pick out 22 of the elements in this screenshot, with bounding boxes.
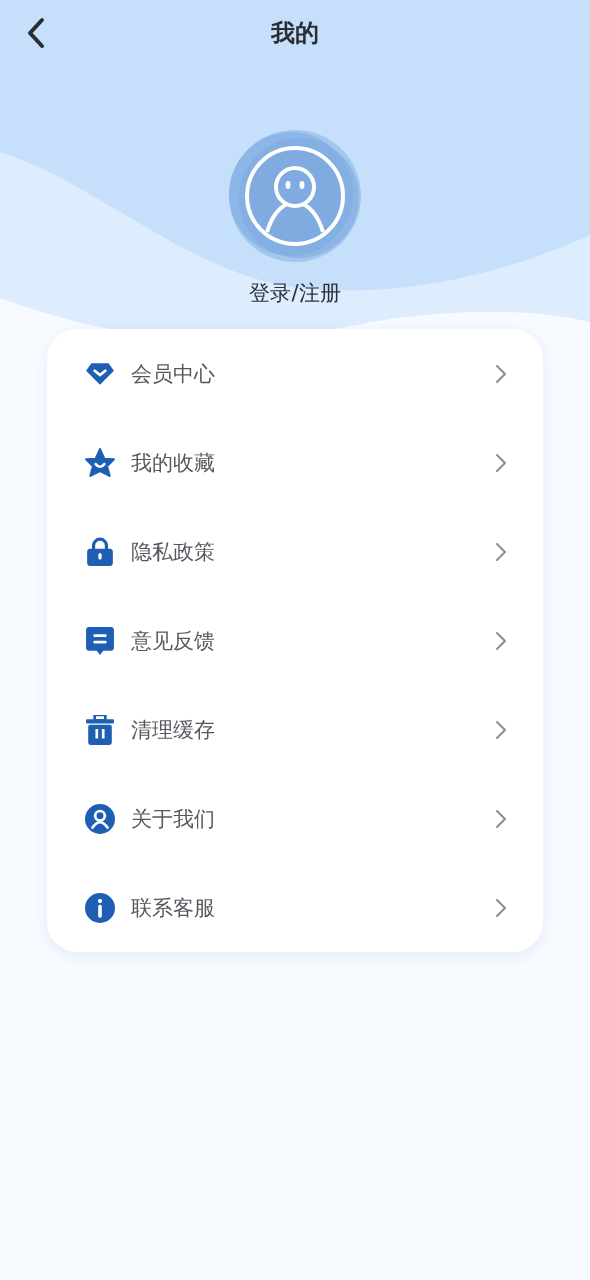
login-link[interactable]: 登录/注册 xyxy=(249,279,341,307)
chevron-right-icon xyxy=(495,630,507,651)
menu-item[interactable]: 隐私政策 xyxy=(47,507,543,596)
chevron-right-icon xyxy=(495,897,507,918)
menu-item[interactable]: 联系客服 xyxy=(47,863,543,952)
page-title: 我的 xyxy=(271,18,319,49)
info-icon xyxy=(85,892,115,923)
user-icon xyxy=(85,803,115,834)
trash-icon xyxy=(85,714,115,745)
menu-item[interactable]: 清理缓存 xyxy=(47,685,543,774)
chevron-right-icon xyxy=(495,719,507,740)
chevron-right-icon xyxy=(495,541,507,562)
chevron-right-icon xyxy=(495,363,507,384)
chevron-right-icon xyxy=(495,452,507,473)
menu-item[interactable]: 关于我们 xyxy=(47,774,543,863)
menu-item[interactable]: 我的收藏 xyxy=(47,418,543,507)
star-icon xyxy=(85,447,115,478)
chevron-right-icon xyxy=(495,808,507,829)
message-icon xyxy=(85,625,115,656)
lock-icon xyxy=(85,536,115,567)
menu-item[interactable]: 意见反馈 xyxy=(47,596,543,685)
menu-item[interactable]: 会员中心 xyxy=(47,329,543,418)
